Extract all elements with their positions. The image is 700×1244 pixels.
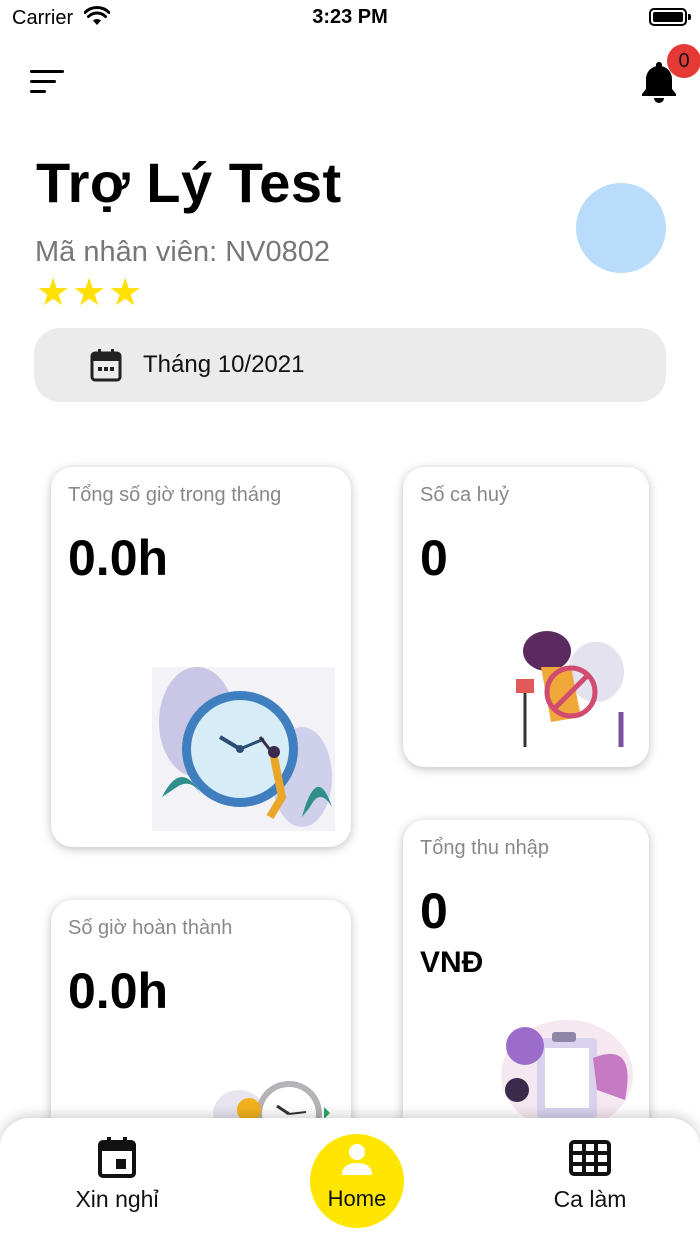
card-value: 0.0h (68, 530, 169, 586)
currency-unit: VNĐ (420, 946, 484, 979)
card-title: Số ca huỷ (420, 484, 509, 506)
employee-code: Mã nhân viên: NV0802 (35, 236, 331, 268)
tab-shifts-label: Ca làm (553, 1186, 627, 1212)
grid-icon (569, 1140, 611, 1176)
tab-leave-label: Xin nghỉ (75, 1186, 159, 1212)
card-title: Số giờ hoàn thành (68, 917, 233, 939)
rating-stars: ★★★ (36, 272, 145, 314)
month-label: Tháng 10/2021 (143, 351, 305, 378)
calendar-day-icon (98, 1137, 136, 1178)
battery-icon (649, 8, 691, 26)
avatar[interactable] (576, 183, 666, 273)
home-label: Home (327, 1186, 387, 1211)
menu-icon[interactable] (30, 70, 64, 94)
status-bar: Carrier 3:23 PM (0, 0, 700, 36)
card-title: Tổng số giờ trong tháng (68, 484, 282, 506)
notification-badge: 0 (667, 44, 700, 78)
card-value: 0 (420, 530, 448, 586)
card-total-hours[interactable]: Tổng số giờ trong tháng 0.0h (51, 467, 351, 847)
month-picker[interactable]: Tháng 10/2021 (34, 328, 666, 402)
card-value: 0 (420, 883, 448, 939)
home-button[interactable]: Home (310, 1134, 404, 1228)
calendar-icon (90, 349, 122, 382)
user-name: Trợ Lý Test (36, 151, 342, 214)
tab-shifts[interactable]: Ca làm (515, 1118, 665, 1244)
card-value: 0.0h (68, 963, 169, 1019)
clock-illustration (152, 667, 335, 831)
card-cancelled-shifts[interactable]: Số ca huỷ 0 (403, 467, 649, 767)
status-time: 3:23 PM (312, 6, 388, 28)
card-title: Tổng thu nhập (420, 837, 549, 859)
invoice-illustration (501, 1020, 633, 1120)
person-icon (342, 1144, 372, 1175)
tab-leave[interactable]: Xin nghỉ (42, 1118, 192, 1244)
cancel-illustration (516, 631, 624, 747)
